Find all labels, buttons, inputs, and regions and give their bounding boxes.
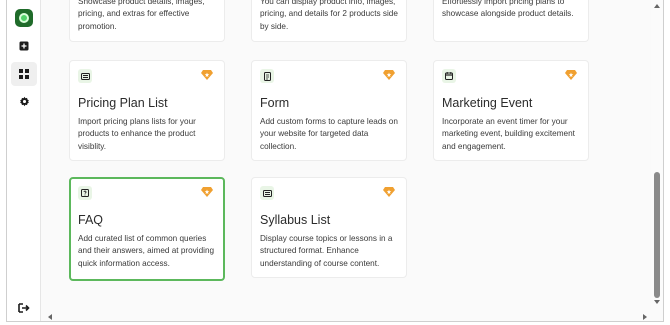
app-frame: Showcase product details, images, pricin… bbox=[6, 0, 664, 322]
scrollbar-thumb[interactable] bbox=[654, 172, 660, 298]
card-description: Showcase product details, images, pricin… bbox=[78, 0, 205, 31]
plus-square-icon[interactable] bbox=[11, 34, 37, 58]
widget-card-faq[interactable]: FAQ Add curated list of common queries a… bbox=[69, 177, 225, 281]
pro-badge-icon bbox=[201, 70, 213, 80]
card-description: Incorporate an event timer for your mark… bbox=[442, 117, 575, 151]
scroll-right-icon[interactable] bbox=[643, 314, 647, 320]
scroll-down-icon[interactable] bbox=[654, 300, 660, 304]
card-title: Marketing Event bbox=[442, 96, 533, 110]
grid-icon[interactable] bbox=[11, 62, 37, 86]
card-title: Pricing Plan List bbox=[78, 96, 168, 110]
card-title: FAQ bbox=[78, 213, 104, 227]
form-icon bbox=[260, 69, 274, 83]
widget-card-syllabus-list[interactable]: Syllabus List Display course topics or l… bbox=[251, 177, 407, 278]
scroll-left-icon[interactable] bbox=[48, 314, 52, 320]
pro-badge-icon bbox=[565, 70, 577, 80]
logout-icon[interactable] bbox=[11, 296, 37, 320]
list-card-icon bbox=[260, 186, 274, 200]
vertical-scrollbar[interactable] bbox=[651, 0, 663, 310]
calendar-icon bbox=[442, 69, 456, 83]
horizontal-scrollbar[interactable] bbox=[42, 311, 651, 321]
sidebar bbox=[7, 0, 41, 321]
widget-card[interactable]: You can display product info, images, pr… bbox=[251, 0, 407, 42]
pro-badge-icon bbox=[383, 70, 395, 80]
card-description: Add custom forms to capture leads on you… bbox=[260, 117, 398, 151]
card-title: Syllabus List bbox=[260, 213, 331, 227]
widget-card-form[interactable]: Form Add custom forms to capture leads o… bbox=[251, 60, 407, 161]
widget-card[interactable]: Showcase product details, images, pricin… bbox=[69, 0, 225, 42]
card-description: Add curated list of common queries and t… bbox=[78, 234, 215, 268]
card-description: Display course topics or lessons in a st… bbox=[260, 234, 393, 268]
gear-icon[interactable] bbox=[11, 89, 37, 113]
logo-icon[interactable] bbox=[15, 9, 33, 27]
widget-card-marketing-event[interactable]: Marketing Event Incorporate an event tim… bbox=[433, 60, 589, 161]
widget-card[interactable]: Effortlessly import pricing plans to sho… bbox=[433, 0, 589, 42]
scroll-up-icon[interactable] bbox=[654, 4, 660, 8]
question-icon bbox=[78, 186, 92, 200]
card-title: Form bbox=[260, 96, 290, 110]
pro-badge-icon bbox=[383, 187, 395, 197]
card-description: You can display product info, images, pr… bbox=[260, 0, 398, 31]
card-description: Effortlessly import pricing plans to sho… bbox=[442, 0, 574, 19]
pro-badge-icon bbox=[201, 187, 213, 197]
card-description: Import pricing plans lists for your prod… bbox=[78, 117, 196, 151]
widget-card-pricing-plan-list[interactable]: Pricing Plan List Import pricing plans l… bbox=[69, 60, 225, 161]
widget-grid: Showcase product details, images, pricin… bbox=[42, 0, 651, 321]
list-card-icon bbox=[78, 69, 92, 83]
